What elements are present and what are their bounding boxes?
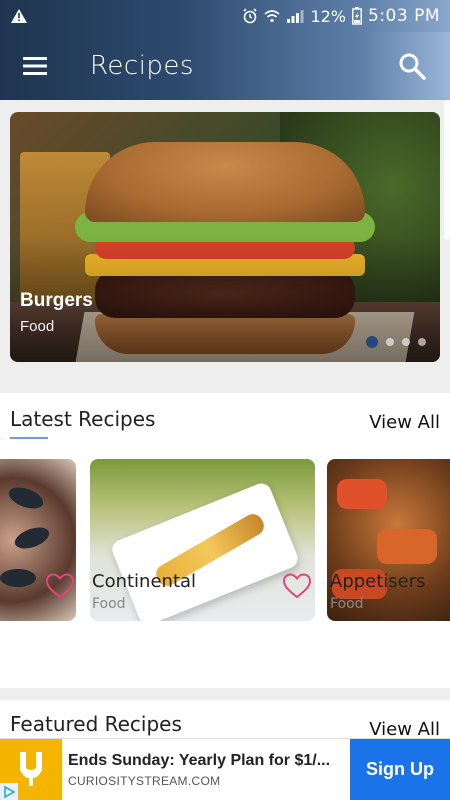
ad-banner[interactable]: Ends Sunday: Yearly Plan for $1/... CURI…	[0, 738, 450, 800]
recipe-card-category: Food	[330, 596, 364, 612]
ad-logo	[0, 738, 62, 800]
hero-slide-burgers[interactable]: Burgers Food	[10, 112, 440, 362]
hero-overlay	[10, 112, 440, 362]
hero-carousel: Burgers Food	[0, 100, 450, 390]
battery-icon	[352, 7, 362, 25]
warning-icon	[10, 8, 28, 24]
favorite-heart-icon[interactable]	[46, 573, 74, 599]
section-title-featured: Featured Recipes	[10, 712, 182, 736]
page-title: Recipes	[90, 51, 194, 81]
main-content: Burgers Food Latest Recipes View All Con…	[0, 100, 450, 740]
view-all-featured-link[interactable]: View All	[369, 719, 440, 740]
alarm-icon	[242, 8, 258, 24]
ad-text: Ends Sunday: Yearly Plan for $1/... CURI…	[62, 752, 350, 788]
favorite-heart-icon[interactable]	[283, 573, 311, 599]
status-time: 5:03 PM	[368, 6, 440, 26]
recipe-card-title: Continental	[92, 571, 197, 592]
ad-url: CURIOSITYSTREAM.COM	[68, 773, 221, 788]
scrollbar[interactable]	[444, 100, 450, 240]
signal-icon	[286, 8, 304, 24]
recipe-card-category: Food	[92, 596, 126, 612]
app-bar: Recipes	[0, 32, 450, 100]
ad-headline: Ends Sunday: Yearly Plan for $1/...	[68, 751, 331, 769]
curiosity-logo-icon	[20, 751, 42, 786]
status-bar: 12% 5:03 PM	[0, 0, 450, 32]
carousel-dot-active[interactable]	[366, 336, 378, 348]
hero-title: Burgers	[20, 290, 93, 311]
carousel-dot[interactable]	[418, 338, 426, 346]
battery-percent: 12%	[310, 6, 346, 26]
hamburger-menu-icon	[23, 57, 47, 75]
latest-recipes-section: Latest Recipes View All Continental Food…	[0, 393, 450, 688]
adchoices-icon[interactable]	[0, 782, 18, 800]
ad-signup-button[interactable]: Sign Up	[350, 738, 450, 800]
section-title-latest: Latest Recipes	[10, 407, 156, 431]
wifi-icon	[264, 8, 280, 24]
search-button[interactable]	[382, 32, 442, 100]
search-icon	[399, 53, 426, 80]
view-all-latest-link[interactable]: View All	[369, 412, 440, 433]
featured-recipes-section: Featured Recipes View All	[0, 700, 450, 740]
carousel-dot[interactable]	[402, 338, 410, 346]
menu-button[interactable]	[0, 32, 70, 100]
section-underline	[10, 437, 48, 439]
recipe-card-title: Appetisers	[330, 571, 426, 592]
hero-subtitle: Food	[20, 318, 55, 335]
carousel-indicator	[366, 336, 426, 348]
carousel-dot[interactable]	[386, 338, 394, 346]
